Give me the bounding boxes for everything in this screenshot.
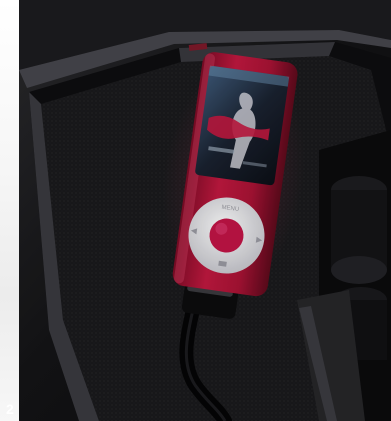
photo-illustration: MENU xyxy=(19,0,391,421)
figure-number-label: 2 xyxy=(6,401,15,417)
car-console-photo: MENU xyxy=(19,0,391,421)
left-margin xyxy=(0,0,19,421)
figure-canvas: MENU 2 xyxy=(0,0,391,421)
